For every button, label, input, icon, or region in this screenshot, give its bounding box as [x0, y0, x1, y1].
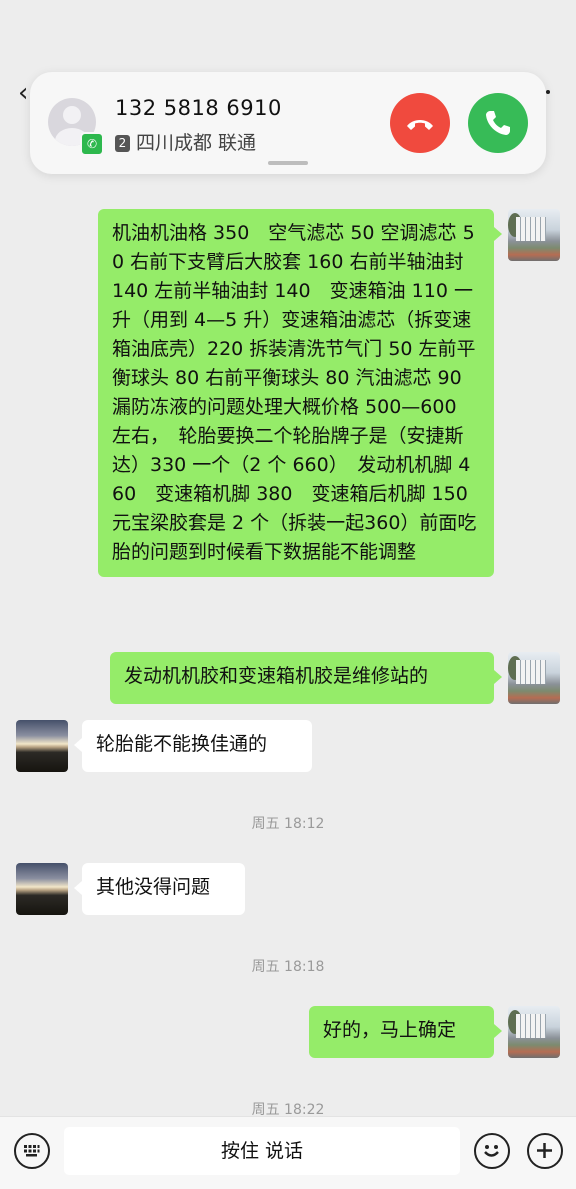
timestamp: 周五 18:18 — [251, 959, 325, 975]
chat-input-bar: 按住 说话 — [0, 1116, 576, 1189]
phone-icon — [486, 111, 510, 135]
caller-location: 2 四川成都 联通 — [115, 128, 256, 155]
sent-message-confirm[interactable]: 好的，马上确定 — [309, 1006, 502, 1058]
phone-app-icon: ✆ — [80, 132, 104, 156]
received-message-no-problem[interactable]: 其他没得问题 — [74, 863, 245, 915]
sent-message-engine-mounts[interactable]: 发动机机胶和变速箱机胶是维修站的 — [110, 652, 502, 704]
my-avatar[interactable] — [508, 652, 560, 704]
emoji-icon — [484, 1145, 499, 1157]
more-actions-button[interactable] — [527, 1133, 563, 1169]
hang-up-icon — [407, 120, 433, 130]
decline-call-button[interactable] — [390, 93, 450, 153]
timestamp: 周五 18:12 — [251, 816, 325, 832]
keyboard-icon — [24, 1145, 40, 1157]
banner-drag-handle[interactable] — [268, 161, 308, 165]
sim-badge: 2 — [115, 135, 130, 152]
received-message-tires[interactable]: 轮胎能不能换佳通的 — [74, 720, 312, 772]
caller-location-text: 四川成都 联通 — [136, 132, 257, 154]
keyboard-toggle-button[interactable] — [14, 1133, 50, 1169]
back-chevron-icon[interactable]: ‹ — [18, 78, 28, 108]
incoming-call-banner[interactable]: ✆ 132 5818 6910 2 四川成都 联通 — [30, 72, 546, 174]
caller-number: 132 5818 6910 — [115, 96, 282, 120]
plus-icon — [537, 1143, 552, 1158]
emoji-button[interactable] — [474, 1133, 510, 1169]
contact-avatar[interactable] — [16, 720, 68, 772]
hold-to-talk-button[interactable]: 按住 说话 — [64, 1127, 460, 1175]
my-avatar[interactable] — [508, 209, 560, 261]
my-avatar[interactable] — [508, 1006, 560, 1058]
accept-call-button[interactable] — [468, 93, 528, 153]
more-icon[interactable] — [546, 90, 550, 94]
contact-avatar[interactable] — [16, 863, 68, 915]
sent-message-quote[interactable]: 机油机油格 350 空气滤芯 50 空调滤芯 50 右前下支臂后大胶套 160 … — [98, 209, 506, 577]
